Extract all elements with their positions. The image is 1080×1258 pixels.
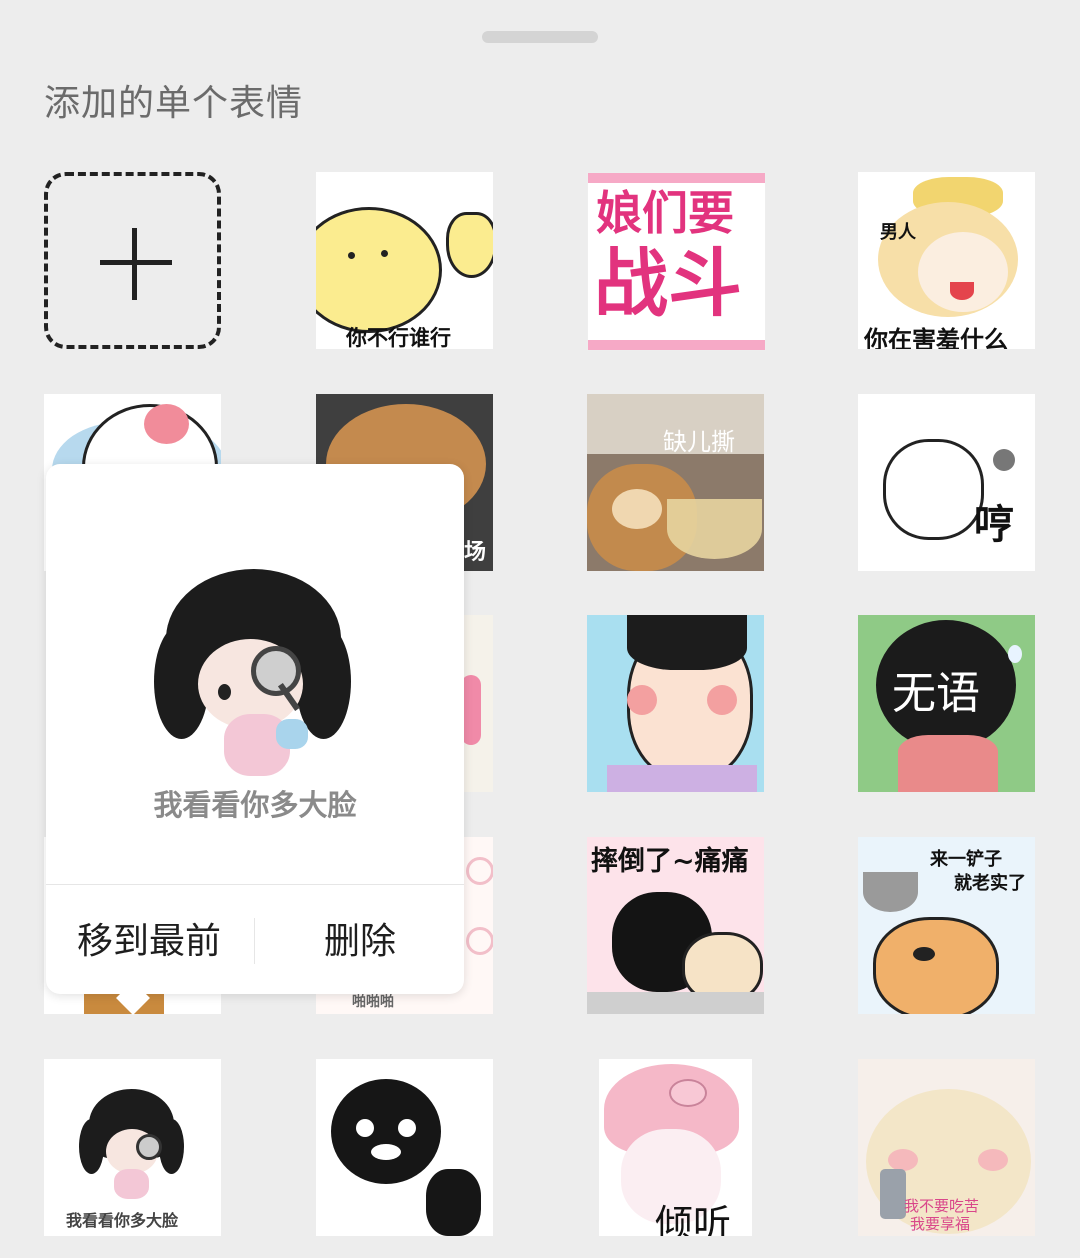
sticker-preview: 我看看你多大脸 — [46, 464, 464, 884]
sticker-item[interactable]: 缺儿撕 — [587, 394, 764, 571]
sticker-caption: 哼 — [974, 502, 1014, 548]
delete-button[interactable]: 删除 — [256, 914, 464, 970]
sticker-item[interactable]: 来一铲子 就老实了 — [858, 837, 1035, 1014]
sticker-caption: 你在害羞什么 — [864, 326, 1008, 349]
move-to-front-button[interactable]: 移到最前 — [46, 914, 252, 970]
sticker-caption: 娘们要 — [596, 186, 734, 240]
sticker-caption: 倾听 — [655, 1202, 732, 1236]
section-title: 添加的单个表情 — [44, 83, 304, 124]
sticker-caption: 缺儿撕 — [663, 428, 735, 456]
sticker-item[interactable]: 倾听 — [599, 1059, 752, 1236]
drag-handle[interactable] — [482, 31, 598, 43]
sticker-caption: 无语 — [892, 668, 980, 719]
sticker-caption: 场 — [464, 540, 487, 565]
add-sticker-button[interactable] — [44, 172, 221, 349]
sticker-item[interactable]: 哼 — [858, 394, 1035, 571]
sticker-caption: 战斗 — [594, 241, 742, 327]
sticker-caption: 你不行谁行 — [346, 326, 451, 349]
sticker-caption: 摔倒了~痛痛 — [591, 846, 749, 877]
sticker-caption: 我看看你多大脸 — [66, 1211, 179, 1230]
sticker-item[interactable] — [587, 615, 764, 792]
sticker-item[interactable]: 摔倒了~痛痛 — [587, 837, 764, 1014]
preview-caption: 我看看你多大脸 — [153, 788, 357, 822]
sticker-caption: 啪啪啪 — [352, 994, 394, 1010]
sticker-action-popup: 我看看你多大脸 移到最前 删除 — [46, 464, 464, 1015]
sticker-caption: 就老实了 — [954, 873, 1026, 894]
sticker-item[interactable]: 娘们要 战斗 — [587, 172, 766, 351]
sticker-item[interactable]: 你不行谁行 — [316, 172, 493, 349]
sticker-caption: 我要享福 — [910, 1215, 971, 1233]
sticker-caption: 来一铲子 — [930, 849, 1002, 870]
sticker-item[interactable]: 我看看你多大脸 — [44, 1059, 221, 1236]
sticker-item[interactable]: 我不要吃苦 我要享福 — [858, 1059, 1035, 1236]
sticker-item[interactable] — [316, 1059, 493, 1236]
sticker-item[interactable]: 男人 你在害羞什么 — [858, 172, 1035, 349]
sticker-label: 男人 — [880, 222, 916, 243]
sticker-item[interactable]: 无语 — [858, 615, 1035, 792]
